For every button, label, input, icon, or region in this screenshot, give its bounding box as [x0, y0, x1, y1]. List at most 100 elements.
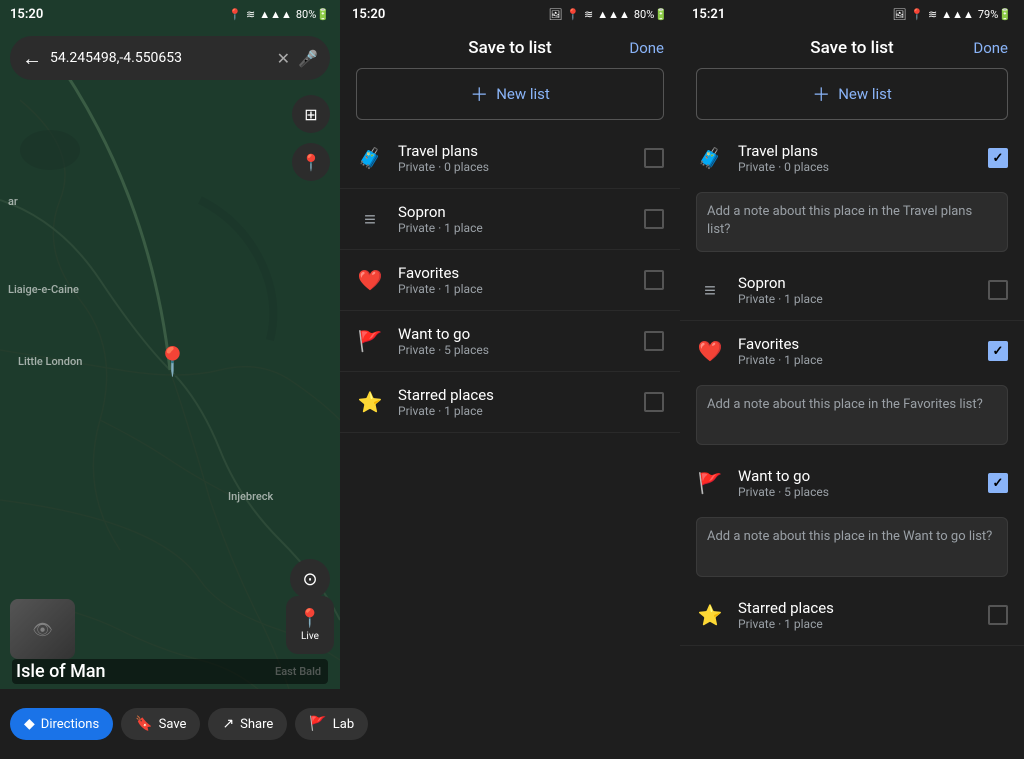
thumbnail-image: 👁 — [10, 599, 75, 659]
pin-icon: 📍 — [301, 153, 321, 172]
list-item-starred[interactable]: ⭐ Starred places Private · 1 place — [340, 372, 680, 433]
right-list-item-sopron[interactable]: ≡ Sopron Private · 1 place — [680, 260, 1024, 321]
right-sopron-name: Sopron — [738, 274, 974, 292]
save-label: Save — [159, 717, 187, 732]
starred-info: Starred places Private · 1 place — [398, 386, 630, 418]
travel-plans-checkbox[interactable] — [644, 148, 664, 168]
status-bar: 15:20 📍 ≋ ▲▲▲ 80%🔋 — [0, 0, 340, 28]
right-list-items: 🧳 Travel plans Private · 0 places Add a … — [680, 128, 1024, 759]
right-travel-plans-checkbox[interactable] — [988, 148, 1008, 168]
right-list-item-starred[interactable]: ⭐ Starred places Private · 1 place — [680, 585, 1024, 646]
live-icon: 📍 — [299, 608, 321, 629]
directions-label: Directions — [41, 717, 99, 732]
status-icons: 📍 ≋ ▲▲▲ 80%🔋 — [228, 8, 330, 21]
location-label-area: Isle of Man — [0, 659, 340, 684]
right-starred-checkbox[interactable] — [988, 605, 1008, 625]
save-to-list-panel-left: 15:20 🖼 📍 ≋ ▲▲▲ 80%🔋 Save to list Done ＋… — [340, 0, 680, 759]
list-items-middle: 🧳 Travel plans Private · 0 places ≡ Sopr… — [340, 128, 680, 759]
bookmark-icon: 🔖 — [135, 716, 152, 732]
want-to-go-info: Want to go Private · 5 places — [398, 325, 630, 357]
want-to-go-sub: Private · 5 places — [398, 343, 630, 357]
save-header-middle: Save to list Done — [340, 28, 680, 68]
live-button[interactable]: 📍 Live — [286, 596, 334, 654]
right-want-to-go-icon: 🚩 — [696, 471, 724, 495]
back-icon[interactable]: ← — [22, 46, 42, 71]
sopron-icon: ≡ — [356, 207, 384, 232]
favorites-checkbox[interactable] — [644, 270, 664, 290]
starred-checkbox[interactable] — [644, 392, 664, 412]
mic-icon[interactable]: 🎤 — [298, 49, 318, 68]
sopron-checkbox[interactable] — [644, 209, 664, 229]
right-favorites-checkbox[interactable] — [988, 341, 1008, 361]
label-label: Lab — [333, 717, 354, 732]
favorites-icon: ❤️ — [356, 268, 384, 292]
right-travel-plans-icon: 🧳 — [696, 146, 724, 170]
middle-status-icons: 🖼 📍 ≋ ▲▲▲ 80%🔋 — [548, 8, 668, 21]
want-to-go-checkbox[interactable] — [644, 331, 664, 351]
signal-icon: ▲▲▲ — [259, 8, 292, 21]
done-button-middle[interactable]: Done — [629, 39, 664, 57]
new-list-button-middle[interactable]: ＋ New list — [356, 68, 664, 120]
starred-icon: ⭐ — [356, 390, 384, 414]
travel-plans-sub: Private · 0 places — [398, 160, 630, 174]
list-item-want-to-go[interactable]: 🚩 Want to go Private · 5 places — [340, 311, 680, 372]
location-icon: 📍 — [228, 8, 242, 21]
compass-button[interactable]: ⊙ — [290, 559, 330, 599]
layers-button[interactable]: ⊞ — [292, 95, 330, 133]
right-want-to-go-checkbox[interactable] — [988, 473, 1008, 493]
save-header-right: Save to list Done — [680, 28, 1024, 68]
middle-status-time: 15:20 — [352, 7, 385, 22]
right-status-bar: 15:21 🖼 📍 ≋ ▲▲▲ 79%🔋 — [680, 0, 1024, 28]
right-list-item-travel-plans[interactable]: 🧳 Travel plans Private · 0 places — [680, 128, 1024, 188]
right-photo-icon: 🖼 — [892, 8, 906, 21]
right-list-item-favorites[interactable]: ❤️ Favorites Private · 1 place — [680, 321, 1024, 381]
travel-plans-info: Travel plans Private · 0 places — [398, 142, 630, 174]
battery-text: 80%🔋 — [296, 8, 330, 21]
want-to-go-note[interactable]: Add a note about this place in the Want … — [696, 517, 1008, 577]
done-button-right[interactable]: Done — [973, 39, 1008, 57]
layers-icon: ⊞ — [304, 105, 317, 124]
starred-name: Starred places — [398, 386, 630, 404]
new-list-label-middle: New list — [496, 85, 550, 103]
search-bar[interactable]: ← 54.245498,-4.550653 ✕ 🎤 — [10, 36, 330, 80]
list-item-sopron[interactable]: ≡ Sopron Private · 1 place — [340, 189, 680, 250]
starred-sub: Private · 1 place — [398, 404, 630, 418]
right-sopron-checkbox[interactable] — [988, 280, 1008, 300]
map-pin-button[interactable]: 📍 — [292, 143, 330, 181]
clear-icon[interactable]: ✕ — [277, 49, 290, 68]
list-item-favorites[interactable]: ❤️ Favorites Private · 1 place — [340, 250, 680, 311]
plus-icon-right: ＋ — [812, 81, 830, 107]
list-item-travel-plans[interactable]: 🧳 Travel plans Private · 0 places — [340, 128, 680, 189]
right-sopron-sub: Private · 1 place — [738, 292, 974, 306]
save-button[interactable]: 🔖 Save — [121, 708, 200, 740]
label-button[interactable]: 🚩 Lab — [295, 708, 368, 740]
favorites-note[interactable]: Add a note about this place in the Favor… — [696, 385, 1008, 445]
new-list-button-right[interactable]: ＋ New list — [696, 68, 1008, 120]
share-button[interactable]: ↗ Share — [208, 708, 287, 740]
map-label-injebreck: Injebreck — [228, 490, 273, 503]
street-view-thumbnail[interactable]: 👁 — [10, 599, 75, 659]
location-pin: 📍 — [155, 345, 190, 378]
right-starred-icon: ⭐ — [696, 603, 724, 627]
want-to-go-name: Want to go — [398, 325, 630, 343]
favorites-info: Favorites Private · 1 place — [398, 264, 630, 296]
new-list-label-right: New list — [838, 85, 892, 103]
right-battery: 79%🔋 — [978, 8, 1012, 21]
map-label-little-london: Little London — [18, 355, 82, 368]
search-text: 54.245498,-4.550653 — [50, 50, 269, 66]
share-icon: ↗ — [222, 716, 234, 732]
right-favorites-icon: ❤️ — [696, 339, 724, 363]
middle-status-bar: 15:20 🖼 📍 ≋ ▲▲▲ 80%🔋 — [340, 0, 680, 28]
right-status-time: 15:21 — [692, 7, 725, 22]
travel-plans-note[interactable]: Add a note about this place in the Trave… — [696, 192, 1008, 252]
middle-battery: 80%🔋 — [634, 8, 668, 21]
favorites-name: Favorites — [398, 264, 630, 282]
wifi-icon: ≋ — [246, 8, 255, 21]
status-time: 15:20 — [10, 7, 43, 22]
right-signal-icon: ▲▲▲ — [941, 8, 974, 21]
directions-icon: ◆ — [24, 716, 35, 732]
save-title-middle: Save to list — [468, 38, 551, 58]
location-name: Isle of Man — [12, 659, 328, 684]
directions-button[interactable]: ◆ Directions — [10, 708, 113, 740]
right-list-item-want-to-go[interactable]: 🚩 Want to go Private · 5 places — [680, 453, 1024, 513]
